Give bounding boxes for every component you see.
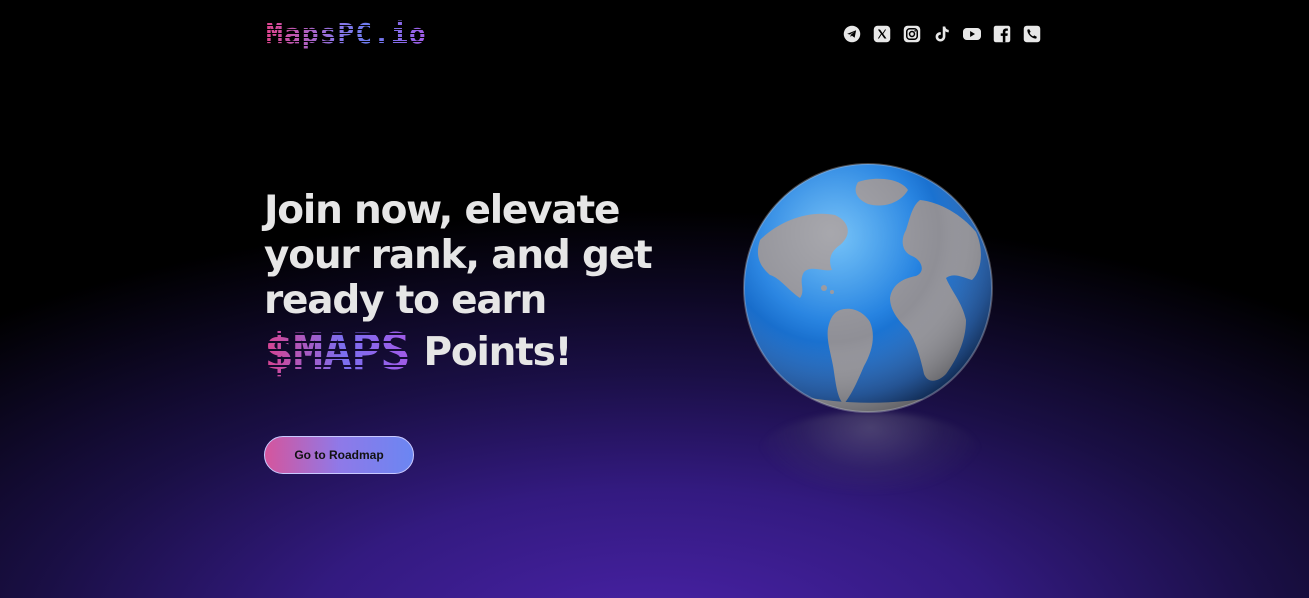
headline-line-4: $MAPS Points! [264,327,684,377]
header: MapsPC.io [0,0,1309,70]
site-logo[interactable]: MapsPC.io [266,18,427,50]
maps-token-label: $MAPS [264,323,411,381]
headline-line-3: ready to earn [264,278,547,323]
phone-icon[interactable] [1022,24,1042,44]
instagram-icon[interactable] [902,24,922,44]
hero-headline: Join now, elevate your rank, and get rea… [264,188,684,377]
globe-icon [740,160,996,416]
tiktok-icon[interactable] [932,24,952,44]
facebook-icon[interactable] [992,24,1012,44]
headline-line-1: Join now, elevate [264,188,620,233]
go-to-roadmap-button[interactable]: Go to Roadmap [264,436,414,474]
globe-reflection [760,412,980,492]
telegram-icon[interactable] [842,24,862,44]
points-label: Points! [423,329,573,375]
headline-line-2: your rank, and get [264,233,653,278]
youtube-icon[interactable] [962,24,982,44]
social-links [842,24,1042,44]
x-twitter-icon[interactable] [872,24,892,44]
